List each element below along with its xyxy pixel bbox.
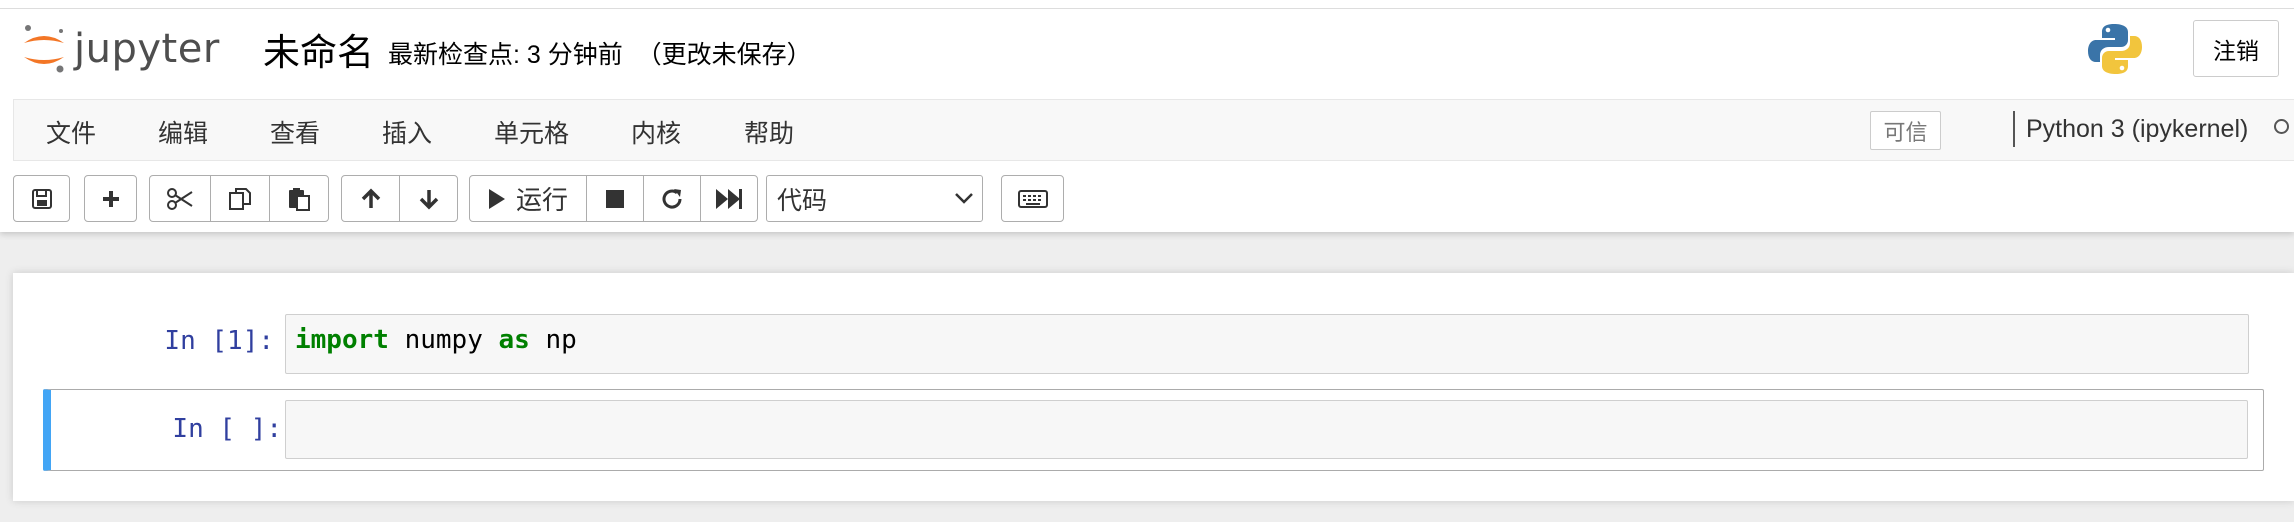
code-text: np [529,325,577,355]
cell-type-select[interactable]: 代码 [766,175,983,222]
jupyter-logo[interactable]: jupyter [20,18,220,80]
arrow-up-icon [361,188,380,208]
cut-button[interactable] [149,175,211,222]
move-down-button[interactable] [399,175,458,222]
selected-code-cell[interactable]: In [ ]: [43,389,2264,471]
restart-button[interactable] [643,175,701,222]
code-keyword: import [295,325,389,355]
interrupt-button[interactable] [586,175,644,222]
plus-icon [102,190,119,207]
menu-file[interactable]: 文件 [46,114,96,150]
cell-input[interactable]: import numpy as np [285,314,2249,374]
play-icon [488,188,505,209]
kernel-idle-indicator [2274,119,2289,134]
notebook-title[interactable]: 未命名 [263,22,374,76]
fast-forward-icon [716,188,742,209]
run-label: 运行 [515,185,568,215]
trusted-badge[interactable]: 可信 [1870,111,1941,150]
save-button[interactable] [13,175,70,222]
restart-icon [662,188,682,208]
code-cell[interactable]: In [1]: import numpy as np [30,309,2263,379]
restart-run-all-button[interactable] [700,175,758,222]
keyboard-icon [1017,189,1048,208]
cell-prompt: In [ ]: [172,414,282,444]
menu-help[interactable]: 帮助 [744,114,794,150]
arrow-down-icon [419,189,438,209]
paste-button[interactable] [269,175,329,222]
cell-prompt: In [1]: [164,326,274,356]
run-button[interactable]: 运行 [469,175,587,222]
menu-view[interactable]: 查看 [270,114,320,150]
checkpoint-status: 最新检查点: 3 分钟前 （更改未保存） [388,41,812,69]
jupyter-logo-icon [24,25,64,73]
menu-kernel[interactable]: 内核 [631,114,681,150]
jupyter-wordmark: jupyter [74,26,220,72]
paste-icon [289,187,310,211]
command-palette-button[interactable] [1001,175,1064,222]
kernel-name[interactable]: Python 3 (ipykernel) [2026,115,2248,144]
cell-input[interactable] [285,400,2248,459]
menu-insert[interactable]: 插入 [382,114,432,150]
save-icon [31,188,52,209]
kernel-separator [2013,111,2015,147]
cut-icon [167,187,193,210]
python-logo-icon [2087,21,2143,82]
copy-icon [229,187,251,210]
copy-button[interactable] [210,175,270,222]
stop-icon [606,189,624,208]
cell-type-value: 代码 [777,186,828,215]
logout-button[interactable]: 注销 [2193,20,2279,77]
menu-edit[interactable]: 编辑 [158,114,208,150]
code-text: numpy [388,325,499,355]
move-up-button[interactable] [341,175,400,222]
chevron-down-icon [955,193,973,204]
insert-cell-button[interactable] [84,175,137,222]
code-keyword: as [498,325,530,355]
menu-cell[interactable]: 单元格 [494,114,569,150]
menubar: 文件 编辑 查看 插入 单元格 内核 帮助 可信 Python 3 (ipyke… [13,99,2294,161]
header: jupyter 未命名 最新检查点: 3 分钟前 （更改未保存） 注销 文件 编… [0,0,2294,232]
